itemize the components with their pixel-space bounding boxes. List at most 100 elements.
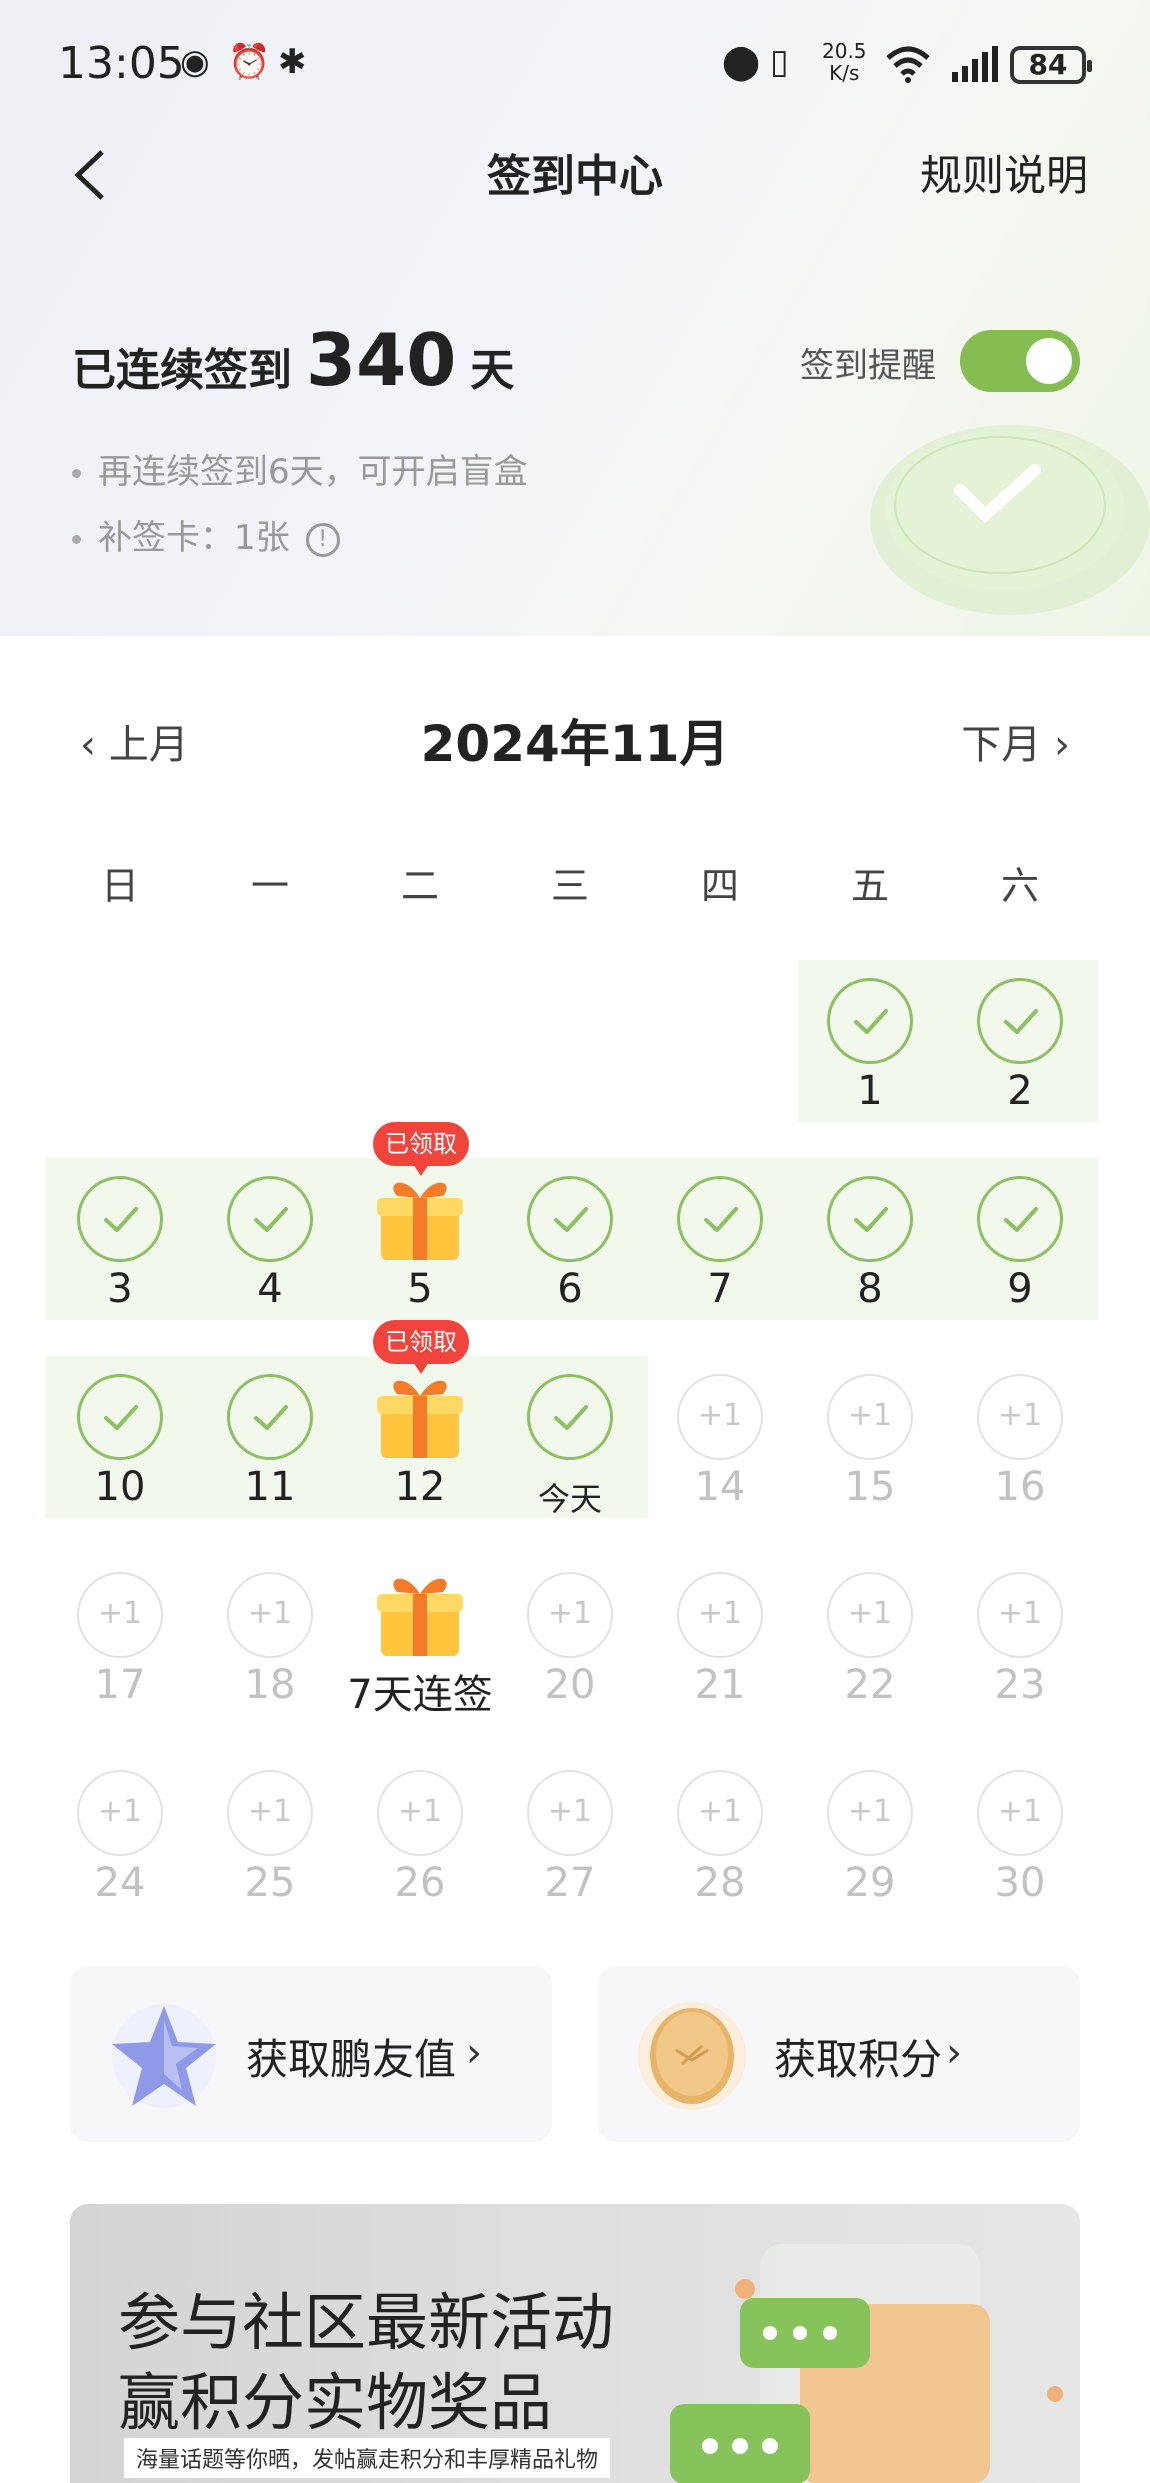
day-number: 7 — [707, 1266, 733, 1312]
calendar-day[interactable]: 2 — [945, 960, 1095, 1140]
check-icon — [254, 1405, 288, 1430]
calendar-day[interactable]: 10 — [45, 1356, 195, 1536]
calendar-day[interactable]: 今天 — [495, 1356, 645, 1536]
day-number: 28 — [694, 1860, 746, 1906]
get-points-card[interactable]: 获取积分 › — [598, 1966, 1080, 2142]
alarm-icon: ⏰ — [228, 42, 271, 82]
check-icon — [104, 1207, 138, 1232]
calendar-day[interactable]: +1 29 — [795, 1752, 945, 1932]
check-icon — [854, 1009, 888, 1034]
calendar-day[interactable]: +1 25 — [195, 1752, 345, 1932]
coin-icon — [638, 2002, 746, 2110]
signed-check-circle — [227, 1176, 313, 1262]
calendar-day[interactable]: +1 18 — [195, 1554, 345, 1734]
activity-banner[interactable]: 参与社区最新活动 赢积分实物奖品 海量话题等你晒，发帖赢走积分和丰厚精品礼物 — [70, 2204, 1080, 2483]
calendar-day[interactable]: +1 21 — [645, 1554, 795, 1734]
calendar-day[interactable]: +1 26 — [345, 1752, 495, 1932]
check-icon — [854, 1207, 888, 1232]
signal-icon — [952, 46, 998, 82]
day-number: 24 — [94, 1860, 146, 1906]
claimed-badge: 已领取 — [373, 1320, 469, 1374]
check-icon — [1004, 1207, 1038, 1232]
day-number: 26 — [394, 1860, 446, 1906]
calendar-day[interactable]: 已领取 12 — [345, 1320, 495, 1536]
day-number: 11 — [244, 1464, 296, 1510]
calendar-day[interactable]: 1 — [795, 960, 945, 1140]
calendar-day[interactable]: 6 — [495, 1158, 645, 1338]
streak-days: 340 — [306, 318, 457, 402]
gift-box-icon — [375, 1370, 465, 1466]
calendar-day[interactable]: 已领取 5 — [345, 1122, 495, 1338]
next-month-button[interactable]: 下月 › — [961, 712, 1070, 770]
day-number: 3 — [107, 1266, 133, 1312]
tip-makeup-card: 补签卡：1张! — [72, 514, 528, 580]
calendar-day[interactable]: 7 — [645, 1158, 795, 1338]
reminder-toggle[interactable] — [960, 330, 1080, 392]
calendar-day[interactable]: 8 — [795, 1158, 945, 1338]
plus-one-circle: +1 — [227, 1770, 313, 1856]
chevron-right-icon: › — [466, 2030, 482, 2076]
day-number: 4 — [257, 1266, 283, 1312]
check-icon — [704, 1207, 738, 1232]
calendar-day[interactable]: +1 15 — [795, 1356, 945, 1536]
rules-button[interactable]: 规则说明 — [920, 142, 1088, 203]
calendar-day[interactable]: +1 14 — [645, 1356, 795, 1536]
calendar-day[interactable]: 4 — [195, 1158, 345, 1338]
day-number: 10 — [94, 1464, 146, 1510]
day-number: 7天连签 — [347, 1672, 493, 1718]
calendar-day[interactable]: +1 30 — [945, 1752, 1095, 1932]
plus-one-circle: +1 — [377, 1770, 463, 1856]
day-number: 20 — [544, 1662, 596, 1708]
get-friend-value-card[interactable]: 获取鹏友值 › — [70, 1966, 552, 2142]
check-icon — [104, 1405, 138, 1430]
calendar-day[interactable]: 7天连签 — [345, 1554, 495, 1734]
calendar-day[interactable]: 9 — [945, 1158, 1095, 1338]
calendar-day[interactable]: 11 — [195, 1356, 345, 1536]
claimed-badge: 已领取 — [373, 1122, 469, 1176]
plus-one-circle: +1 — [227, 1572, 313, 1658]
streak-suffix: 天 — [470, 345, 515, 396]
calendar-day[interactable]: +1 28 — [645, 1752, 795, 1932]
day-number: 29 — [844, 1860, 896, 1906]
signed-check-circle — [677, 1176, 763, 1262]
day-number: 1 — [857, 1068, 883, 1114]
network-speed: 20.5 K/s — [822, 39, 867, 85]
calendar-day[interactable]: +1 24 — [45, 1752, 195, 1932]
day-number: 6 — [557, 1266, 583, 1312]
community-illustration-icon — [670, 2244, 1063, 2483]
location-icon: ⬤ — [722, 42, 761, 82]
day-number: 21 — [694, 1662, 746, 1708]
calendar-day[interactable]: 3 — [45, 1158, 195, 1338]
plus-one-circle: +1 — [527, 1770, 613, 1856]
day-number: 8 — [857, 1266, 883, 1312]
calendar-day[interactable]: +1 22 — [795, 1554, 945, 1734]
gift-box-icon — [375, 1568, 465, 1664]
plus-one-circle: +1 — [827, 1374, 913, 1460]
calendar-day[interactable]: +1 16 — [945, 1356, 1095, 1536]
battery-indicator: 84 — [1010, 46, 1092, 84]
check-icon — [554, 1207, 588, 1232]
signed-check-circle — [827, 1176, 913, 1262]
signed-check-circle — [827, 978, 913, 1064]
plus-one-circle: +1 — [677, 1572, 763, 1658]
weekday-label: 日 — [100, 864, 139, 908]
calendar-day[interactable]: +1 23 — [945, 1554, 1095, 1734]
calendar-day[interactable]: +1 27 — [495, 1752, 645, 1932]
signed-check-circle — [977, 1176, 1063, 1262]
signed-check-circle — [77, 1176, 163, 1262]
calendar-day[interactable]: +1 17 — [45, 1554, 195, 1734]
signed-check-circle — [977, 978, 1063, 1064]
signed-check-circle — [527, 1176, 613, 1262]
day-number: 23 — [994, 1662, 1046, 1708]
day-number: 27 — [544, 1860, 596, 1906]
plus-one-circle: +1 — [77, 1572, 163, 1658]
info-icon[interactable]: ! — [305, 522, 340, 557]
status-bar: 13:05 ◉ ⏰ ✱ ⬤ ▯ 20.5 K/s 84 — [0, 0, 1150, 130]
plus-one-circle: +1 — [677, 1770, 763, 1856]
header-area: 13:05 ◉ ⏰ ✱ ⬤ ▯ 20.5 K/s 84 签到中心 规则说明 已连… — [0, 0, 1150, 636]
plus-one-circle: +1 — [677, 1374, 763, 1460]
calendar-day[interactable]: +1 20 — [495, 1554, 645, 1734]
check-icon — [1004, 1009, 1038, 1034]
day-number: 14 — [694, 1464, 746, 1510]
bluetooth-icon: ✱ — [278, 42, 307, 82]
